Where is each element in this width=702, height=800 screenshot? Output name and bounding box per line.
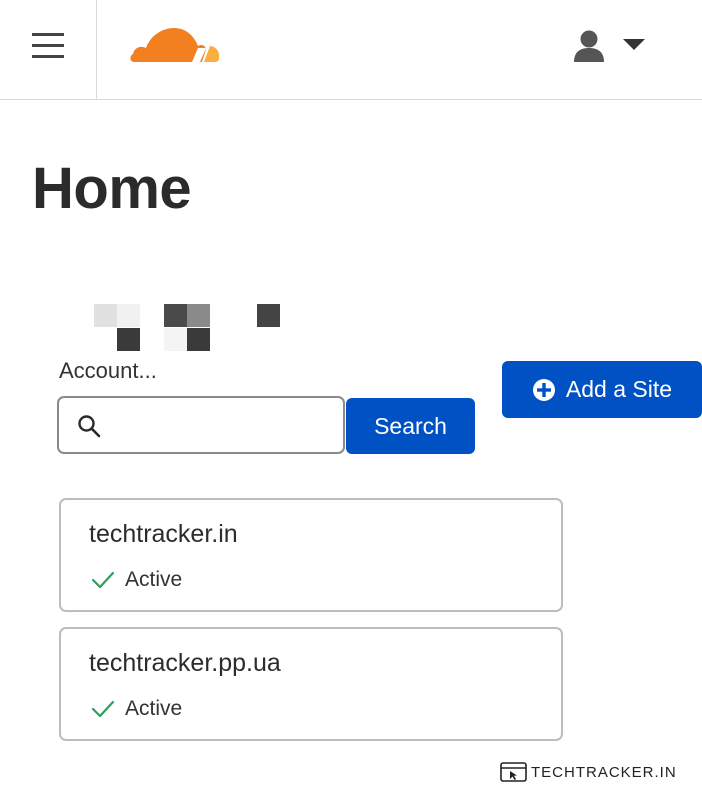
browser-cursor-icon: [500, 762, 527, 782]
site-search-box[interactable]: [57, 396, 345, 454]
redacted-account-name: [94, 304, 284, 352]
check-icon: [91, 700, 115, 718]
site-card-techtracker-pp-ua[interactable]: techtracker.pp.ua Active: [59, 627, 563, 741]
watermark: TECHTRACKER.IN: [500, 762, 677, 782]
search-icon: [78, 415, 101, 438]
site-card-techtracker-in[interactable]: techtracker.in Active: [59, 498, 563, 612]
caret-down-icon: [623, 39, 645, 50]
hamburger-menu-icon-line: [32, 55, 64, 58]
hamburger-menu-button[interactable]: [0, 0, 97, 99]
site-status: Active: [91, 568, 182, 592]
site-status: Active: [91, 697, 182, 721]
top-navigation-bar: [0, 0, 702, 100]
hamburger-menu-icon-line: [32, 44, 64, 47]
page-title: Home: [32, 156, 192, 221]
plus-circle-icon: [532, 378, 555, 401]
account-label: Account...: [59, 358, 157, 383]
add-site-button[interactable]: Add a Site: [502, 361, 702, 418]
watermark-text: TECHTRACKER.IN: [531, 763, 677, 781]
search-button[interactable]: Search: [346, 398, 475, 454]
site-domain[interactable]: techtracker.pp.ua: [89, 649, 281, 678]
site-domain[interactable]: techtracker.in: [89, 520, 238, 549]
user-account-menu[interactable]: [572, 26, 652, 66]
search-input[interactable]: [113, 406, 333, 444]
cloudflare-cloud-logo: [130, 28, 220, 62]
add-site-label: Add a Site: [565, 376, 673, 402]
status-text: Active: [125, 568, 183, 591]
check-icon: [91, 571, 115, 589]
user-icon: [574, 30, 604, 62]
cloudflare-logo[interactable]: [128, 20, 220, 69]
status-text: Active: [125, 697, 183, 720]
hamburger-menu-icon: [32, 33, 64, 36]
